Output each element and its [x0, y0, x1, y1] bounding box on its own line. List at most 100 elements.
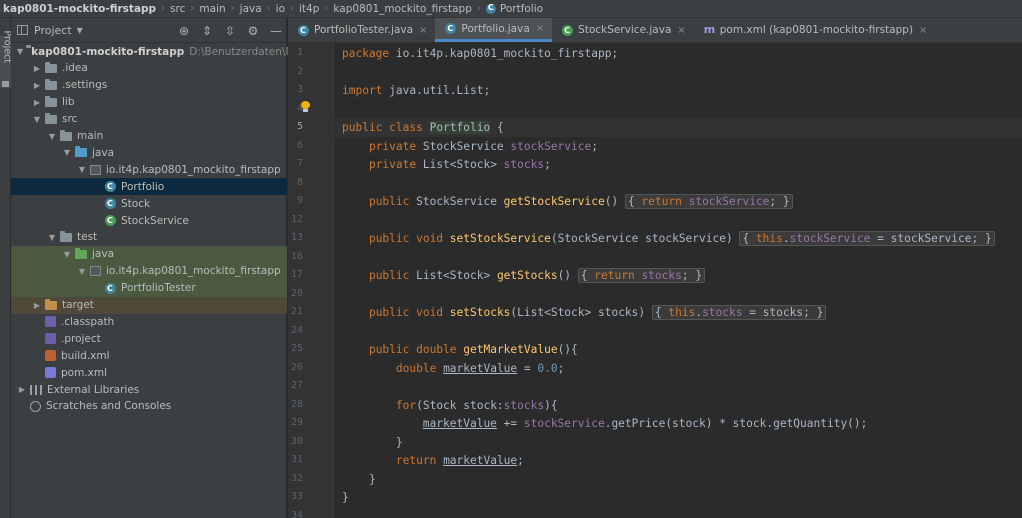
tree-item-portfoliotester[interactable]: PortfolioTester [11, 279, 287, 297]
breadcrumb-item[interactable]: main [199, 3, 225, 15]
chevron-down-icon[interactable]: ▼ [77, 26, 83, 35]
tree-item-java[interactable]: ▼ java [11, 245, 287, 263]
tree-item-java[interactable]: ▼ java [11, 144, 287, 161]
line-number: 24 [290, 324, 303, 336]
source-folder-icon [75, 146, 87, 158]
tree-item-label: Portfolio [121, 180, 165, 193]
code-line[interactable]: } [342, 436, 403, 449]
tree-item-pom-xml[interactable]: pom.xml [11, 364, 287, 381]
code-line[interactable]: double marketValue = 0.0; [342, 362, 564, 375]
tab-portfolio-java[interactable]: Portfolio.java × [435, 18, 553, 42]
chevron-down-icon[interactable]: ▼ [77, 165, 87, 174]
code-line[interactable]: private StockService stockService; [342, 140, 598, 153]
line-number: 28 [290, 398, 303, 410]
tree-item-src[interactable]: ▼ src [11, 111, 287, 128]
close-icon[interactable]: × [919, 25, 927, 36]
interface-icon [105, 215, 116, 226]
editor-tabs: PortfolioTester.java×Portfolio.java×Stoc… [288, 18, 1022, 43]
expand-all-icon[interactable]: ⇕ [201, 24, 213, 38]
chevron-down-icon[interactable]: ▼ [62, 148, 72, 157]
folder-icon [45, 112, 57, 124]
code-line[interactable]: return marketValue; [342, 454, 524, 467]
folder-icon [60, 129, 72, 141]
line-number: 16 [290, 250, 303, 262]
tree-item-io-it4p-kap0801-mockito-firstapp[interactable]: ▼ io.it4p.kap0801_mockito_firstapp [11, 262, 287, 280]
code-line[interactable]: import java.util.List; [342, 84, 490, 97]
tab-pom-xml[interactable]: pom.xml (kap0801-mockito-firstapp) × [694, 18, 936, 42]
chevron-right-icon[interactable]: ▶ [32, 301, 42, 310]
line-number: 3 [296, 84, 303, 95]
close-icon[interactable]: × [536, 23, 544, 34]
tree-item-scratches-and-consoles[interactable]: Scratches and Consoles [11, 398, 287, 415]
code-line[interactable]: public class Portfolio { [342, 121, 504, 134]
tree-item-target[interactable]: ▶ target [11, 296, 287, 314]
tree-item-external-libraries[interactable]: ▶ External Libraries [11, 381, 287, 398]
code-line[interactable]: marketValue += stockService.getPrice(sto… [342, 417, 868, 430]
code-line[interactable]: for(Stock stock:stocks){ [342, 399, 558, 412]
test-folder-icon [75, 247, 87, 259]
breadcrumb-label: io [275, 2, 286, 15]
tree-item-build-xml[interactable]: build.xml [11, 347, 287, 364]
xml-file-icon [45, 350, 56, 362]
code-line[interactable]: public List<Stock> getStocks() { return … [342, 268, 706, 283]
breadcrumb-item[interactable]: Portfolio [485, 2, 544, 15]
tree-item-label: io.it4p.kap0801_mockito_firstapp [106, 163, 281, 176]
breadcrumb-label: Portfolio [499, 2, 544, 15]
chevron-down-icon[interactable]: ▼ [47, 233, 57, 242]
breadcrumb-item[interactable]: kap0801_mockito_firstapp [333, 3, 471, 15]
chevron-down-icon[interactable]: ▼ [77, 267, 87, 276]
tree-item-idea[interactable]: ▶ .idea [11, 60, 287, 77]
line-number: 30 [290, 435, 303, 447]
tab-portfoliotester-java[interactable]: PortfolioTester.java × [288, 18, 435, 42]
tab-label: PortfolioTester.java [314, 24, 414, 36]
tree-item-main[interactable]: ▼ main [11, 128, 287, 145]
hide-icon[interactable]: — [270, 24, 282, 38]
breadcrumb-separator-icon: › [190, 3, 195, 14]
tree-item-label: java [92, 146, 114, 159]
tree-item-test[interactable]: ▼ test [11, 229, 287, 246]
breadcrumb-separator-icon: › [290, 3, 295, 14]
breadcrumb-item[interactable]: io [276, 3, 285, 15]
code-line[interactable]: public double getMarketValue(){ [342, 343, 578, 356]
chevron-right-icon[interactable]: ▶ [32, 64, 42, 73]
code-line[interactable]: } [342, 473, 376, 486]
class-icon [562, 24, 574, 36]
breadcrumb-item[interactable]: kap0801-mockito-firstapp [3, 3, 156, 15]
code-line[interactable]: public StockService getStockService() { … [342, 194, 793, 209]
code-editor[interactable]: package io.it4p.kap0801_mockito_firstapp… [335, 43, 1022, 518]
project-view-selector[interactable]: Project [34, 24, 72, 37]
tree-item-classpath[interactable]: .classpath [11, 313, 287, 330]
tab-stockservice-java[interactable]: StockService.java × [552, 18, 694, 42]
locate-icon[interactable]: ⊕ [178, 24, 190, 38]
tree-item-portfolio[interactable]: Portfolio [11, 178, 287, 196]
chevron-down-icon[interactable]: ▼ [32, 115, 42, 124]
tree-item-io-it4p-kap0801-mockito-firstapp[interactable]: ▼ io.it4p.kap0801_mockito_firstapp [11, 161, 287, 178]
tree-item-project[interactable]: .project [11, 330, 287, 347]
code-line[interactable]: public void setStocks(List<Stock> stocks… [342, 305, 827, 320]
code-line[interactable]: public void setStockService(StockService… [342, 231, 995, 246]
folder-icon [45, 78, 57, 90]
code-line[interactable]: package io.it4p.kap0801_mockito_firstapp… [342, 47, 618, 60]
package-icon [90, 164, 101, 175]
tree-item-stockservice[interactable]: StockService [11, 212, 287, 229]
chevron-down-icon[interactable]: ▼ [17, 47, 23, 56]
tree-item-kap0801-mockito-firstapp[interactable]: ▼ kap0801-mockito-firstapp D:\Benutzerdate… [11, 43, 316, 60]
gear-icon[interactable]: ⚙ [247, 24, 259, 38]
chevron-right-icon[interactable]: ▶ [17, 385, 27, 394]
tree-item-stock[interactable]: Stock [11, 195, 287, 212]
code-line[interactable]: } [342, 491, 349, 504]
close-icon[interactable]: × [677, 25, 685, 36]
breadcrumb-item[interactable]: it4p [299, 3, 319, 15]
code-line[interactable]: private List<Stock> stocks; [342, 158, 551, 171]
tree-item-settings[interactable]: ▶ .settings [11, 77, 287, 94]
collapse-all-icon[interactable]: ⇳ [224, 24, 236, 38]
chevron-right-icon[interactable]: ▶ [32, 98, 42, 107]
tree-item-lib[interactable]: ▶ lib [11, 94, 287, 111]
chevron-down-icon[interactable]: ▼ [62, 250, 72, 259]
close-icon[interactable]: × [419, 25, 427, 36]
line-number: 26 [290, 361, 303, 373]
chevron-down-icon[interactable]: ▼ [47, 132, 57, 141]
breadcrumb-item[interactable]: src [170, 3, 185, 15]
chevron-right-icon[interactable]: ▶ [32, 81, 42, 90]
breadcrumb-item[interactable]: java [240, 3, 262, 15]
